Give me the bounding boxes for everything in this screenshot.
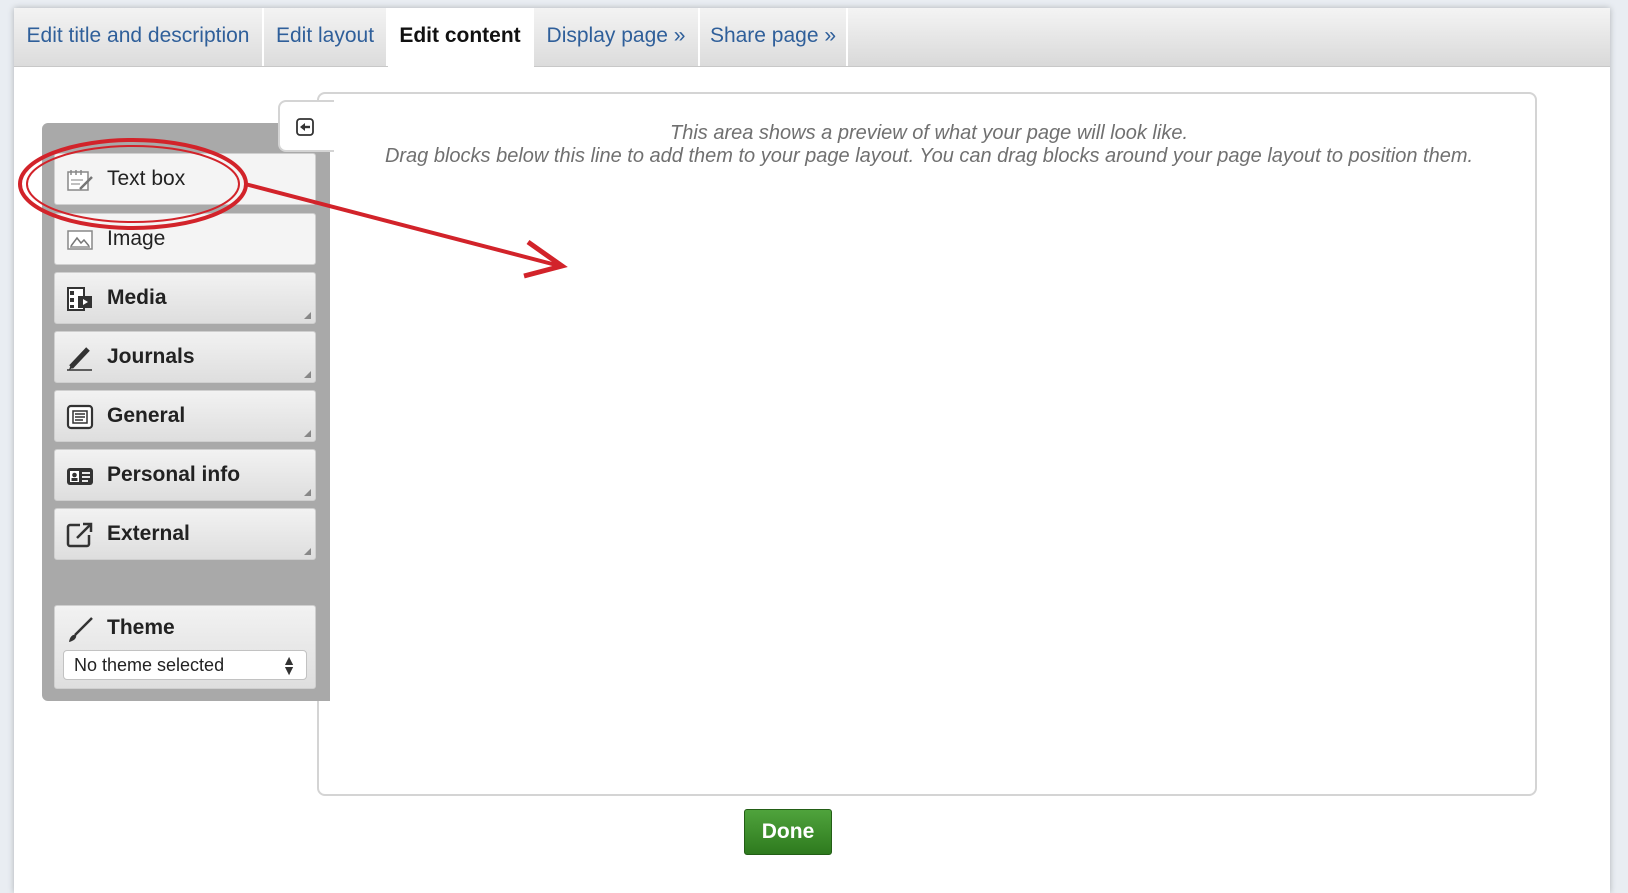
- external-link-icon: [66, 522, 93, 548]
- theme-select[interactable]: No theme selected ▲ ▼: [63, 650, 307, 680]
- theme-select-value: No theme selected: [74, 655, 225, 675]
- text-box-icon: [67, 170, 93, 191]
- block-text-box[interactable]: Text box: [54, 153, 316, 205]
- theme-label: Theme: [107, 616, 175, 639]
- resize-corner-icon: [304, 371, 311, 378]
- block-category-journals[interactable]: Journals: [54, 331, 316, 383]
- block-image[interactable]: Image: [54, 213, 316, 265]
- block-sidebar: Text box Image Media Journals General Pe…: [42, 123, 330, 701]
- page-preview-area[interactable]: This area shows a preview of what your p…: [317, 92, 1537, 796]
- collapse-arrow-icon: [296, 118, 314, 136]
- block-label: General: [107, 404, 186, 427]
- resize-corner-icon: [304, 489, 311, 496]
- block-label: Personal info: [107, 463, 241, 486]
- image-icon: [67, 230, 93, 250]
- block-label: Image: [107, 227, 166, 250]
- resize-corner-icon: [304, 312, 311, 319]
- block-label: Media: [107, 286, 167, 309]
- brush-icon: [69, 617, 93, 642]
- preview-instructions: This area shows a preview of what your p…: [359, 122, 1499, 168]
- document-icon: [66, 404, 94, 430]
- preview-line-1: This area shows a preview of what your p…: [669, 122, 1189, 144]
- resize-corner-icon: [304, 548, 311, 555]
- preview-line-2: Drag blocks below this line to add them …: [384, 145, 1474, 167]
- block-category-external[interactable]: External: [54, 508, 316, 560]
- pen-icon: [67, 347, 92, 371]
- block-category-general[interactable]: General: [54, 390, 316, 442]
- block-category-personal-info[interactable]: Personal info: [54, 449, 316, 501]
- id-card-icon: [67, 468, 93, 485]
- theme-selector-block: Theme No theme selected ▲ ▼: [54, 605, 316, 689]
- tab-bar: Edit title and description Edit layout E…: [14, 8, 1610, 68]
- block-label: Text box: [107, 167, 186, 190]
- tab-edit-content[interactable]: Edit content: [388, 8, 534, 68]
- select-arrows-icon: ▲ ▼: [282, 652, 296, 678]
- collapse-sidebar-button[interactable]: [278, 100, 334, 152]
- block-label: Journals: [107, 345, 195, 368]
- page-editor: Edit title and description Edit layout E…: [14, 8, 1610, 893]
- resize-corner-icon: [304, 430, 311, 437]
- tab-share-page[interactable]: Share page »: [700, 8, 848, 66]
- block-label: External: [107, 522, 190, 545]
- block-category-media[interactable]: Media: [54, 272, 316, 324]
- tab-edit-layout[interactable]: Edit layout: [264, 8, 388, 66]
- tab-edit-title-description[interactable]: Edit title and description: [14, 8, 264, 66]
- tab-display-page[interactable]: Display page »: [534, 8, 700, 66]
- done-button[interactable]: Done: [744, 809, 832, 855]
- media-icon: [67, 287, 92, 311]
